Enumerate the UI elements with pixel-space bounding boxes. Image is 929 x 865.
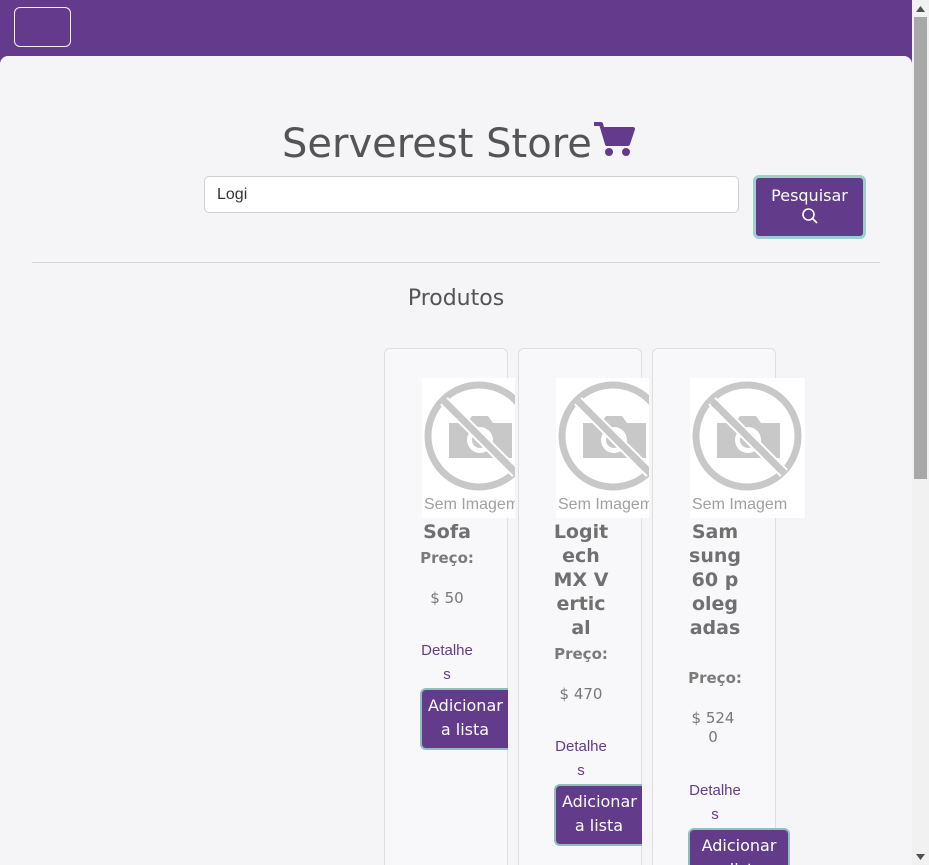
divider — [32, 262, 880, 263]
product-name: Sofa — [423, 521, 471, 543]
product-name: Logitech MX Vertical — [553, 521, 609, 639]
price-label: Preço: — [420, 549, 474, 567]
details-link[interactable]: Detalhes — [687, 779, 743, 827]
add-to-list-button[interactable]: Adicionar a lista — [420, 688, 508, 750]
image-caption: Sem Imagem — [692, 496, 788, 513]
scroll-down-arrow-icon[interactable] — [912, 848, 929, 865]
navbar — [0, 0, 912, 60]
navbar-toggler-button[interactable] — [14, 7, 71, 47]
scrollbar[interactable] — [912, 0, 929, 865]
product-card: Sem Imagem Logitech MX Vertical Preço: $… — [518, 348, 649, 865]
section-title: Produtos — [407, 286, 505, 311]
search-button[interactable]: Pesquisar — [753, 175, 866, 239]
search-input[interactable] — [204, 176, 739, 213]
product-price: $ 5240 — [691, 709, 735, 746]
details-link[interactable]: Detalhes — [553, 735, 609, 783]
add-to-list-button[interactable]: Adicionar a lista — [688, 828, 790, 865]
no-image-icon — [558, 381, 649, 491]
price-label: Preço: — [554, 645, 608, 663]
main-content: Serverest Store Pesquisar Produtos — [0, 56, 912, 865]
product-card: Sem Imagem Sofa Preço: $ 50 Detalhes Adi… — [384, 348, 515, 865]
no-image-icon — [424, 381, 515, 491]
add-to-list-button[interactable]: Adicionar a lista — [554, 784, 642, 846]
no-image-icon — [692, 381, 802, 491]
image-caption: Sem Imagem — [558, 496, 649, 513]
product-card: Sem Imagem Samsung 60 polegadas Preço: $… — [652, 348, 805, 865]
page-title-text: Serverest Store — [282, 121, 592, 167]
price-label: Preço: — [688, 669, 742, 687]
product-image: Sem Imagem — [690, 378, 805, 518]
cart-icon — [592, 120, 636, 168]
search-icon — [801, 207, 819, 229]
product-price: $ 470 — [559, 685, 603, 703]
page-title: Serverest Store — [282, 120, 636, 168]
scroll-up-arrow-icon[interactable] — [912, 0, 929, 17]
search-button-label: Pesquisar — [771, 186, 848, 205]
product-price: $ 50 — [430, 589, 464, 607]
product-image: Sem Imagem — [556, 378, 649, 518]
scrollbar-thumb[interactable] — [914, 17, 927, 479]
image-caption: Sem Imagem — [424, 496, 515, 513]
product-name: Samsung 60 polegadas — [689, 521, 741, 639]
details-link[interactable]: Detalhes — [419, 639, 475, 687]
product-image: Sem Imagem — [422, 378, 515, 518]
